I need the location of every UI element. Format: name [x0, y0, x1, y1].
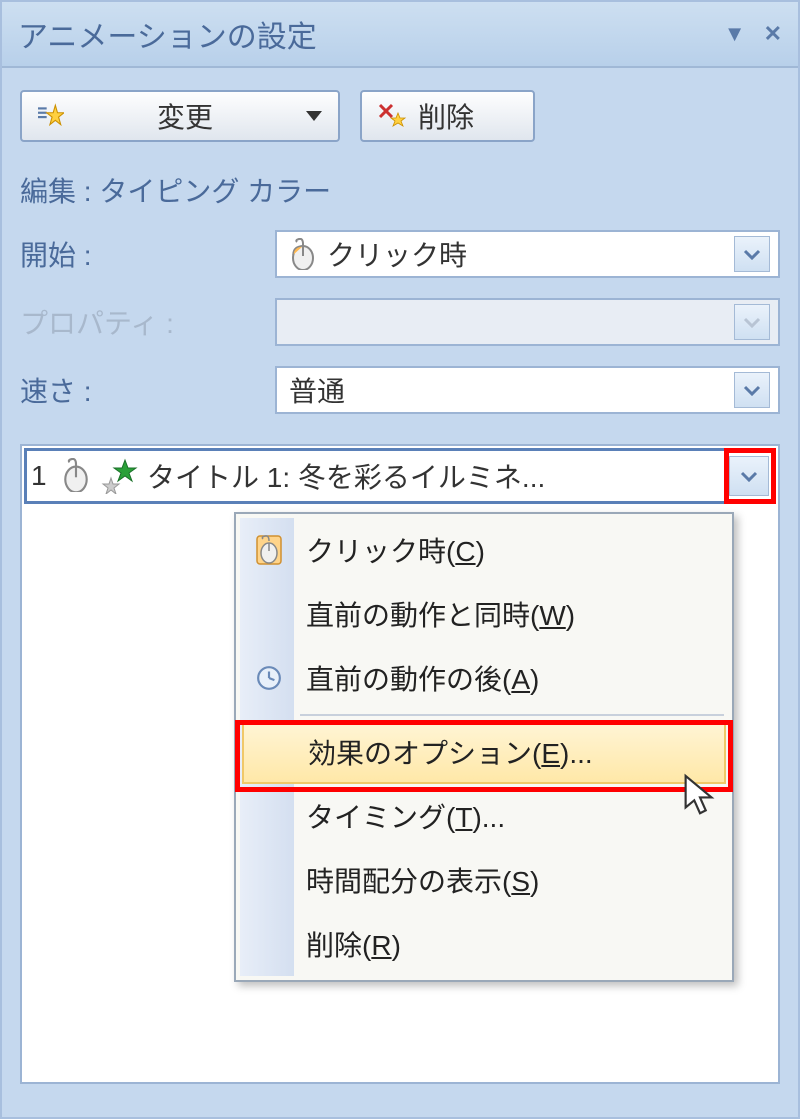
context-menu: クリック時(C) 直前の動作と同時(W) 直前の動作の後(A) — [234, 512, 734, 982]
chevron-down-icon[interactable] — [734, 372, 770, 408]
chevron-down-icon — [734, 304, 770, 340]
menu-item-effect-options[interactable]: 効果のオプション(E)... — [242, 720, 726, 784]
change-button-label: 変更 — [74, 96, 296, 136]
menu-item-timing[interactable]: タイミング(T)... — [240, 784, 728, 848]
panel-title: アニメーションの設定 — [18, 12, 317, 56]
remove-button[interactable]: 削除 — [360, 90, 535, 142]
list-item[interactable]: 1 タイトル 1: 冬を彩るイルミネ... — [24, 448, 776, 504]
menu-item-label: 直前の動作の後(A) — [306, 658, 539, 698]
menu-item-label: 直前の動作と同時(W) — [306, 594, 575, 634]
menu-item-with-previous[interactable]: 直前の動作と同時(W) — [240, 582, 728, 646]
start-value: クリック時 — [327, 234, 734, 274]
panel-menu-arrow-icon[interactable]: ▼ — [724, 21, 746, 47]
menu-item-click[interactable]: クリック時(C) — [240, 518, 728, 582]
item-dropdown-button[interactable] — [729, 456, 769, 496]
animation-list: 1 タイトル 1: 冬を彩るイルミネ... — [20, 444, 780, 1084]
item-text: タイトル 1: 冬を彩るイルミネ... — [147, 456, 721, 496]
menu-item-label: クリック時(C) — [306, 530, 485, 570]
menu-item-label: 時間配分の表示(S) — [306, 860, 539, 900]
menu-item-show-timeline[interactable]: 時間配分の表示(S) — [240, 848, 728, 912]
speed-label: 速さ : — [20, 370, 275, 410]
mouse-icon — [289, 238, 317, 270]
speed-select[interactable]: 普通 — [275, 366, 780, 414]
toolbar: 変更 削除 — [20, 90, 780, 142]
panel-titlebar: アニメーションの設定 ▼ ✕ — [2, 2, 798, 68]
start-select[interactable]: クリック時 — [275, 230, 780, 278]
animation-settings-panel: アニメーションの設定 ▼ ✕ 変更 — [0, 0, 800, 1119]
menu-separator — [300, 714, 724, 716]
dropdown-arrow-icon — [306, 111, 322, 121]
item-number: 1 — [31, 460, 53, 492]
property-label: プロパティ : — [20, 302, 275, 342]
clock-icon — [252, 661, 286, 695]
speed-value: 普通 — [289, 370, 734, 410]
cursor-icon — [682, 773, 718, 824]
panel-content: 変更 削除 編集 : タイピング カラー 開始 : — [2, 68, 798, 1106]
menu-item-label: タイミング(T)... — [306, 796, 505, 836]
menu-item-delete[interactable]: 削除(R) — [240, 912, 728, 976]
start-label: 開始 : — [20, 234, 275, 274]
panel-close-icon[interactable]: ✕ — [764, 21, 782, 47]
menu-item-label: 削除(R) — [306, 924, 401, 964]
menu-item-after-previous[interactable]: 直前の動作の後(A) — [240, 646, 728, 710]
remove-icon — [378, 103, 408, 129]
mouse-icon — [61, 458, 91, 494]
chevron-down-icon[interactable] — [734, 236, 770, 272]
property-select — [275, 298, 780, 346]
change-button[interactable]: 変更 — [20, 90, 340, 142]
mouse-icon — [252, 533, 286, 567]
edit-label: 編集 : タイピング カラー — [20, 170, 780, 210]
stars-icon — [99, 458, 139, 494]
star-icon — [38, 103, 64, 129]
menu-item-label: 効果のオプション(E)... — [308, 732, 593, 772]
remove-button-label: 削除 — [418, 96, 474, 136]
